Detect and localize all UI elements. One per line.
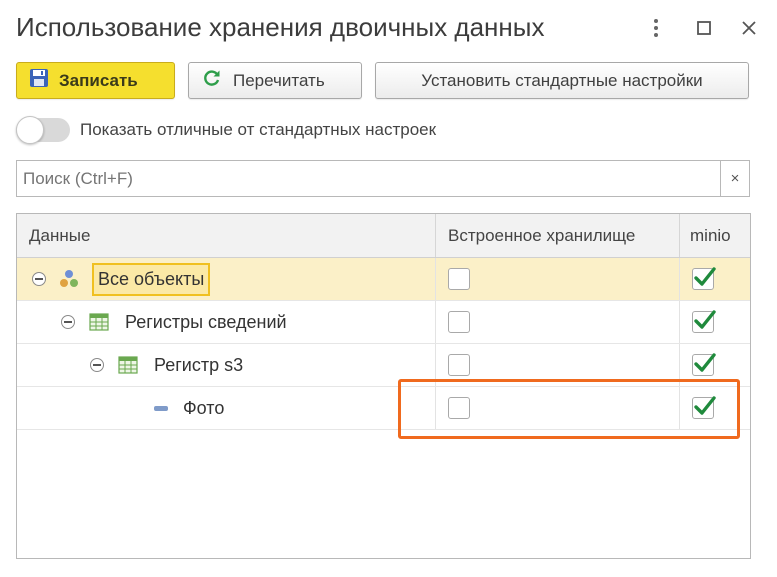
table-row[interactable]: Регистры сведений bbox=[17, 301, 750, 344]
show-differences-toggle[interactable] bbox=[16, 116, 70, 144]
toggle-label: Показать отличные от стандартных настрое… bbox=[80, 120, 437, 139]
table-row[interactable]: Все объекты bbox=[17, 258, 750, 301]
maximize-icon[interactable] bbox=[691, 14, 717, 42]
builtin-storage-checkbox[interactable] bbox=[448, 397, 470, 419]
register-icon bbox=[118, 355, 138, 375]
reread-button[interactable]: Перечитать bbox=[188, 62, 362, 99]
minio-checkbox[interactable] bbox=[692, 310, 716, 333]
floppy-disk-icon bbox=[29, 68, 49, 93]
row-label: Фото bbox=[183, 397, 225, 418]
more-menu-icon[interactable] bbox=[643, 14, 669, 42]
row-label: Регистры сведений bbox=[125, 311, 287, 332]
collapse-toggle[interactable] bbox=[90, 358, 104, 372]
set-default-settings-button[interactable]: Установить стандартные настройки bbox=[375, 62, 749, 99]
collapse-toggle[interactable] bbox=[61, 315, 75, 329]
row-label: Все объекты bbox=[92, 263, 211, 296]
column-header-minio[interactable]: minio bbox=[679, 214, 750, 257]
toggle-knob bbox=[16, 116, 44, 144]
attribute-icon bbox=[152, 398, 172, 418]
checkmark-icon bbox=[694, 353, 716, 372]
search-input[interactable] bbox=[16, 160, 721, 197]
save-button-label: Записать bbox=[59, 70, 138, 90]
storage-table: Данные Встроенное хранилище minio Все об… bbox=[16, 213, 751, 559]
minio-checkbox[interactable] bbox=[692, 353, 716, 376]
collapse-toggle[interactable] bbox=[32, 272, 46, 286]
table-row[interactable]: Фото bbox=[17, 387, 750, 430]
window-title: Использование хранения двоичных данных bbox=[16, 12, 545, 42]
column-header-builtin-storage[interactable]: Встроенное хранилище bbox=[435, 214, 679, 257]
save-button[interactable]: Записать bbox=[16, 62, 175, 99]
minio-checkbox[interactable] bbox=[692, 396, 716, 419]
builtin-storage-checkbox[interactable] bbox=[448, 268, 470, 290]
register-group-icon bbox=[89, 312, 109, 332]
table-row[interactable]: Регистр s3 bbox=[17, 344, 750, 387]
minio-checkbox[interactable] bbox=[692, 267, 716, 290]
show-differences-toggle-row: Показать отличные от стандартных настрое… bbox=[16, 116, 437, 144]
checkmark-icon bbox=[694, 396, 716, 415]
row-label: Регистр s3 bbox=[154, 354, 244, 375]
checkmark-icon bbox=[694, 267, 716, 286]
set-default-settings-label: Установить стандартные настройки bbox=[421, 70, 703, 90]
all-objects-icon bbox=[59, 269, 79, 289]
reread-button-label: Перечитать bbox=[233, 70, 325, 90]
checkmark-icon bbox=[694, 310, 716, 329]
search-clear-button[interactable]: × bbox=[720, 160, 750, 197]
builtin-storage-checkbox[interactable] bbox=[448, 354, 470, 376]
column-header-data[interactable]: Данные bbox=[29, 214, 90, 257]
refresh-icon bbox=[203, 69, 221, 92]
table-header: Данные Встроенное хранилище minio bbox=[17, 214, 750, 258]
close-icon[interactable] bbox=[736, 14, 762, 42]
builtin-storage-checkbox[interactable] bbox=[448, 311, 470, 333]
